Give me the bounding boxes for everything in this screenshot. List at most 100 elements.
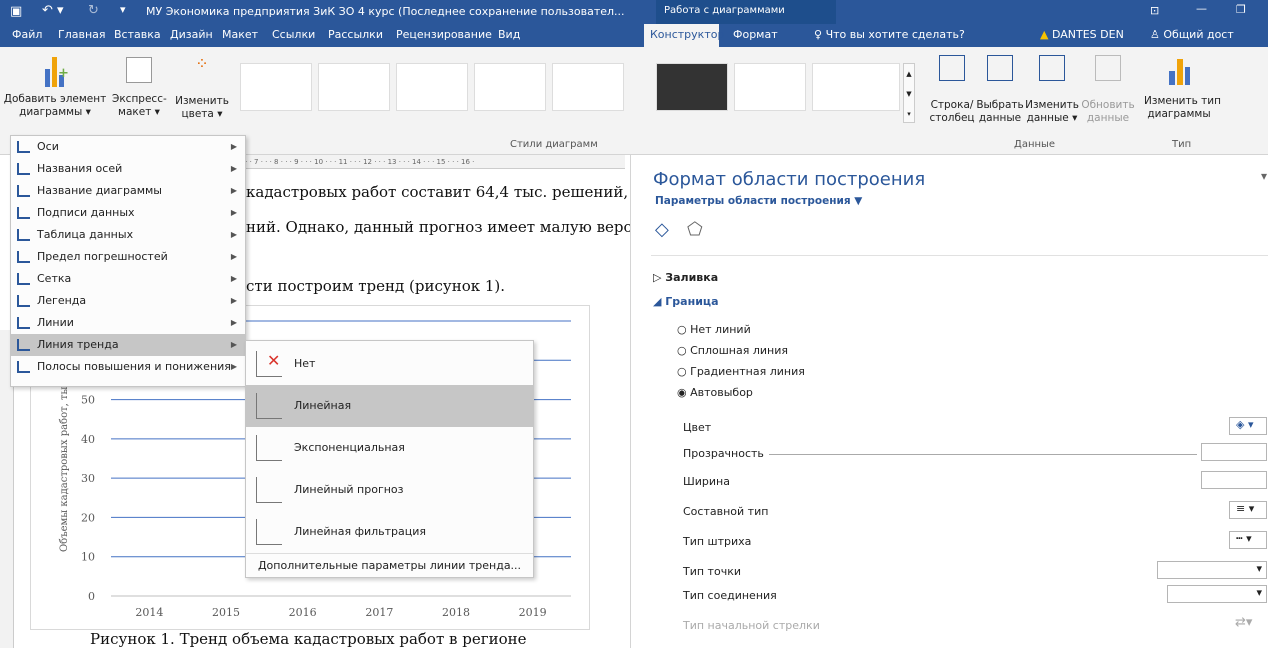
tab-references[interactable]: Ссылки xyxy=(272,28,315,41)
tab-mailings[interactable]: Рассылки xyxy=(328,28,383,41)
transparency-slider[interactable] xyxy=(769,454,1197,455)
x-tick-label: 2016 xyxy=(289,606,317,619)
compound-type-dropdown[interactable]: ≡ ▾ xyxy=(1229,501,1267,519)
menu-item-trendline[interactable]: Линия тренда ▶ xyxy=(11,334,245,356)
arrow-type-icon[interactable]: ⇄▾ xyxy=(1235,615,1252,630)
chart-style-6[interactable] xyxy=(656,63,728,111)
redo-icon[interactable]: ↻ xyxy=(88,3,99,18)
tab-home[interactable]: Главная xyxy=(58,28,106,41)
border-section[interactable]: ◢ Граница xyxy=(653,295,719,308)
add-chart-element-button[interactable]: + Добавить элемент диаграммы ▾ xyxy=(0,51,110,119)
menu-item-axes[interactable]: Оси ▶ xyxy=(11,136,245,158)
menu-item-error-bars[interactable]: Предел погрешностей ▶ xyxy=(11,246,245,268)
tab-review[interactable]: Рецензирование xyxy=(396,28,492,41)
ribbon-display-icon[interactable]: ⊡ xyxy=(1150,4,1159,17)
undo-icon[interactable]: ↶ ▾ xyxy=(42,3,64,18)
tab-chart-design[interactable]: Конструктор xyxy=(650,28,724,41)
chart-style-1[interactable] xyxy=(240,63,312,111)
switch-row-column-button[interactable]: Строка/столбец xyxy=(928,55,976,125)
user-account[interactable]: ▲ DANTES DEN xyxy=(1040,28,1124,41)
menu-item-chart-title[interactable]: Название диаграммы ▶ xyxy=(11,180,245,202)
trendline-moving-average[interactable]: Линейная фильтрация xyxy=(246,511,533,553)
trendline-none[interactable]: ✕ Нет xyxy=(246,343,533,385)
trendline-moving-average-icon xyxy=(256,519,282,545)
menu-item-lines[interactable]: Линии ▶ xyxy=(11,312,245,334)
transparency-input[interactable] xyxy=(1201,443,1267,461)
y-tick-label: 40 xyxy=(81,433,95,446)
menu-item-up-down-bars[interactable]: Полосы повышения и понижения ▶ xyxy=(11,356,245,378)
menu-item-data-table[interactable]: Таблица данных ▶ xyxy=(11,224,245,246)
effects-pentagon-icon[interactable]: ⬠ xyxy=(687,219,703,240)
chart-style-4[interactable] xyxy=(474,63,546,111)
chart-style-2[interactable] xyxy=(318,63,390,111)
transparency-label: Прозрачность xyxy=(683,447,764,460)
save-icon[interactable]: ▣ xyxy=(10,4,22,19)
join-type-dropdown[interactable]: ▾ xyxy=(1167,585,1267,603)
radio-automatic[interactable]: ◉ Автовыбор xyxy=(677,386,753,399)
chart-style-3[interactable] xyxy=(396,63,468,111)
width-input[interactable] xyxy=(1201,471,1267,489)
trendline-linear-forecast[interactable]: Линейный прогноз xyxy=(246,469,533,511)
trendline-linear[interactable]: Линейная xyxy=(246,385,533,427)
change-colors-button[interactable]: ⁘ Изменить цвета ▾ xyxy=(172,51,232,121)
chart-style-7[interactable] xyxy=(734,63,806,111)
restore-icon[interactable]: ❐ xyxy=(1236,3,1246,16)
change-chart-type-button[interactable]: Изменить тип диаграммы xyxy=(1144,51,1221,121)
qat-customize-icon[interactable]: ▾ xyxy=(120,3,126,16)
tab-file[interactable]: Файл xyxy=(12,28,42,41)
add-element-icon: + xyxy=(43,51,69,89)
color-picker[interactable]: ◈ ▾ xyxy=(1229,417,1267,435)
cap-type-dropdown[interactable]: ▾ xyxy=(1157,561,1267,579)
tell-me-search[interactable]: ♀ Что вы хотите сделать? xyxy=(814,28,965,41)
y-tick-label: 50 xyxy=(81,394,95,407)
up-down-bars-icon xyxy=(17,361,30,373)
menu-item-legend[interactable]: Легенда ▶ xyxy=(11,290,245,312)
chart-style-5[interactable] xyxy=(552,63,624,111)
trendline-exponential[interactable]: Экспоненциальная xyxy=(246,427,533,469)
x-tick-label: 2014 xyxy=(135,606,163,619)
x-tick-label: 2017 xyxy=(365,606,393,619)
radio-solid-line[interactable]: ○ Сплошная линия xyxy=(677,344,788,357)
tab-insert[interactable]: Вставка xyxy=(114,28,161,41)
minimize-icon[interactable]: — xyxy=(1196,2,1207,15)
dash-lines-icon: ┅ ▾ xyxy=(1236,532,1252,545)
pane-options-dropdown[interactable]: Параметры области построения ▼ xyxy=(655,195,862,207)
chart-style-8[interactable] xyxy=(812,63,900,111)
x-tick-label: 2018 xyxy=(442,606,470,619)
radio-no-line[interactable]: ○ Нет линий xyxy=(677,323,751,336)
tab-design[interactable]: Дизайн xyxy=(170,28,213,41)
quick-layout-button[interactable]: Экспресс-макет ▾ xyxy=(112,51,167,119)
select-data-icon xyxy=(987,55,1013,81)
menu-item-axis-titles[interactable]: Названия осей ▶ xyxy=(11,158,245,180)
menu-item-gridlines[interactable]: Сетка ▶ xyxy=(11,268,245,290)
format-pane: Формат области построения ▾ Параметры об… xyxy=(630,155,1268,648)
join-label: Тип соединения xyxy=(683,589,777,602)
data-table-icon xyxy=(17,229,30,241)
trendline-none-icon: ✕ xyxy=(256,351,282,377)
data-labels-icon xyxy=(17,207,30,219)
tab-format[interactable]: Формат xyxy=(733,28,778,41)
dash-type-dropdown[interactable]: ┅ ▾ xyxy=(1229,531,1267,549)
pane-close-icon[interactable]: ▾ xyxy=(1261,169,1267,183)
fill-line-icon[interactable]: ◇ xyxy=(655,219,669,240)
paint-bucket-icon: ◈ ▾ xyxy=(1236,418,1254,431)
y-tick-label: 30 xyxy=(81,472,95,485)
tab-layout[interactable]: Макет xyxy=(222,28,258,41)
error-bars-icon xyxy=(17,251,30,263)
ribbon-tabs: Файл Главная Вставка Дизайн Макет Ссылки… xyxy=(0,24,1268,47)
refresh-data-button[interactable]: Обновить данные xyxy=(1080,55,1136,125)
trendline-more-options[interactable]: Дополнительные параметры линии тренда... xyxy=(246,553,533,577)
share-button[interactable]: ♙ Общий дост xyxy=(1150,28,1234,41)
radio-gradient-line[interactable]: ○ Градиентная линия xyxy=(677,365,805,378)
doc-line-3: сти построим тренд (рисунок 1). xyxy=(246,277,506,295)
horizontal-ruler: 6 · · · 7 · · · 8 · · · 9 · · · 10 · · ·… xyxy=(230,155,625,169)
refresh-data-icon xyxy=(1095,55,1121,81)
gallery-scroll[interactable]: ▲ ▼ ▾ xyxy=(903,63,915,123)
compound-lines-icon: ≡ ▾ xyxy=(1236,502,1255,515)
select-data-button[interactable]: Выбрать данные xyxy=(976,55,1024,125)
fill-section[interactable]: ▷ Заливка xyxy=(653,271,718,284)
menu-item-data-labels[interactable]: Подписи данных ▶ xyxy=(11,202,245,224)
pane-title: Формат области построения xyxy=(653,169,926,190)
tab-view[interactable]: Вид xyxy=(498,28,520,41)
edit-data-button[interactable]: Изменить данные ▾ xyxy=(1024,55,1080,125)
